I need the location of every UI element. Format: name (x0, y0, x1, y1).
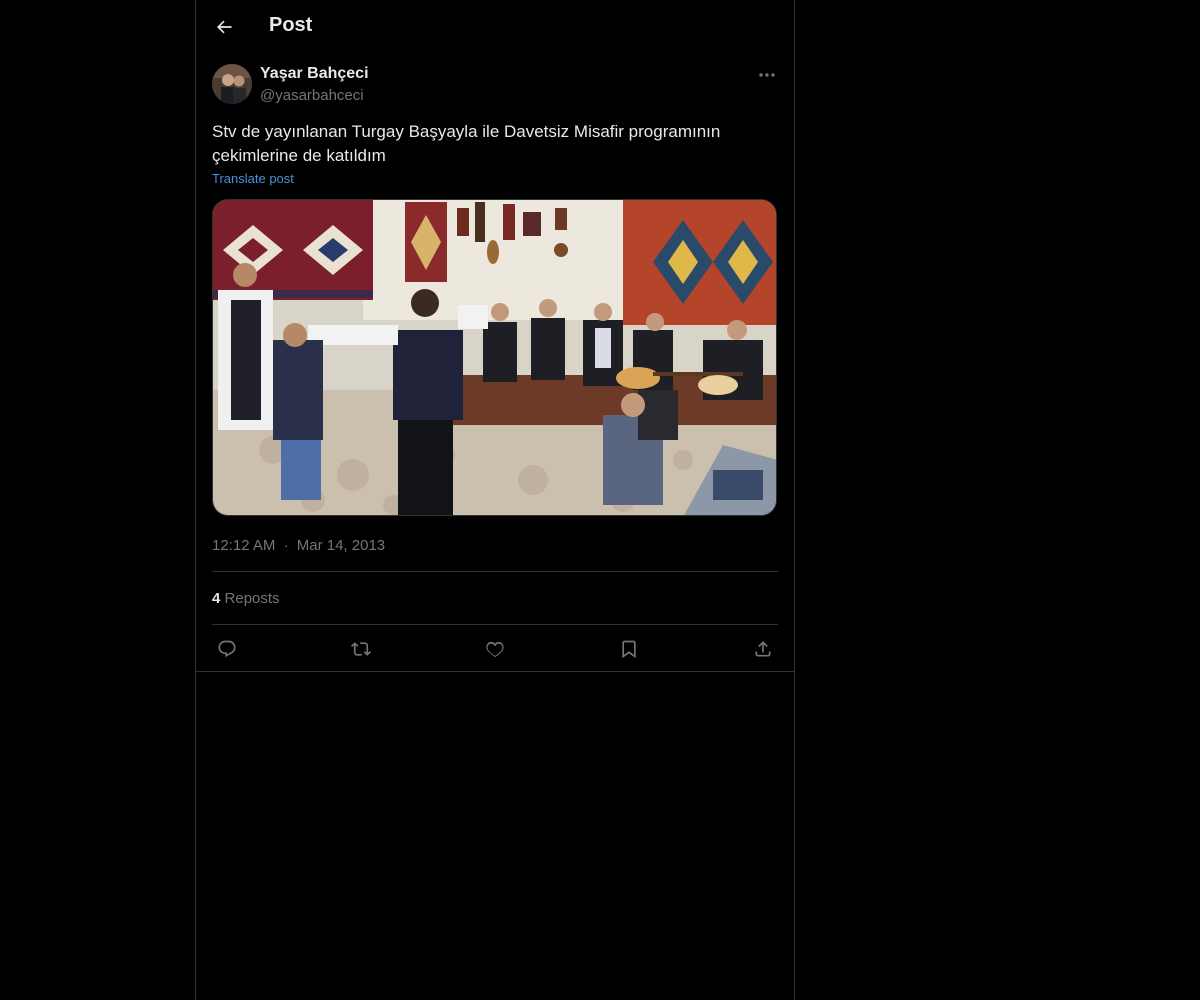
back-button[interactable] (208, 11, 240, 43)
arrow-left-icon (217, 20, 232, 34)
post-photo (213, 200, 776, 515)
post-column: Post Yaşar Bahçeci @yasarbahceci Stv de … (195, 0, 795, 1000)
share-button[interactable] (748, 636, 778, 662)
like-button[interactable] (480, 636, 510, 662)
post: Yaşar Bahçeci @yasarbahceci Stv de yayın… (212, 64, 778, 664)
reposts-count: 4 (212, 590, 221, 607)
post-time: 12:12 AM (212, 537, 276, 554)
repost-stats[interactable]: 4 Reposts (212, 590, 280, 607)
action-bar (212, 636, 778, 662)
more-horizontal-icon (759, 73, 775, 77)
share-icon (755, 641, 771, 657)
avatar-image (212, 64, 252, 104)
bookmark-button[interactable] (614, 636, 644, 662)
translate-post-link[interactable]: Translate post (212, 171, 294, 186)
post-timestamp[interactable]: 12:12 AM · Mar 14, 2013 (212, 537, 385, 554)
avatar[interactable] (212, 64, 252, 104)
author-name[interactable]: Yaşar Bahçeci (260, 65, 369, 83)
author-handle[interactable]: @yasarbahceci (260, 87, 364, 104)
repost-button[interactable] (346, 636, 376, 662)
reposts-label: Reposts (224, 590, 280, 607)
heart-icon (486, 641, 504, 658)
divider (212, 624, 778, 625)
reply-icon (218, 640, 236, 658)
page-title: Post (269, 14, 313, 36)
timestamp-separator: · (283, 537, 289, 554)
repost-icon (351, 642, 371, 656)
divider (212, 571, 778, 572)
reply-button[interactable] (212, 636, 242, 662)
post-media[interactable] (212, 199, 777, 516)
more-button[interactable] (756, 66, 778, 84)
post-text: Stv de yayınlanan Turgay Başyayla ile Da… (212, 122, 721, 165)
top-bar: Post (196, 0, 794, 53)
divider (196, 671, 794, 672)
post-date: Mar 14, 2013 (296, 537, 386, 554)
bookmark-icon (622, 640, 636, 659)
